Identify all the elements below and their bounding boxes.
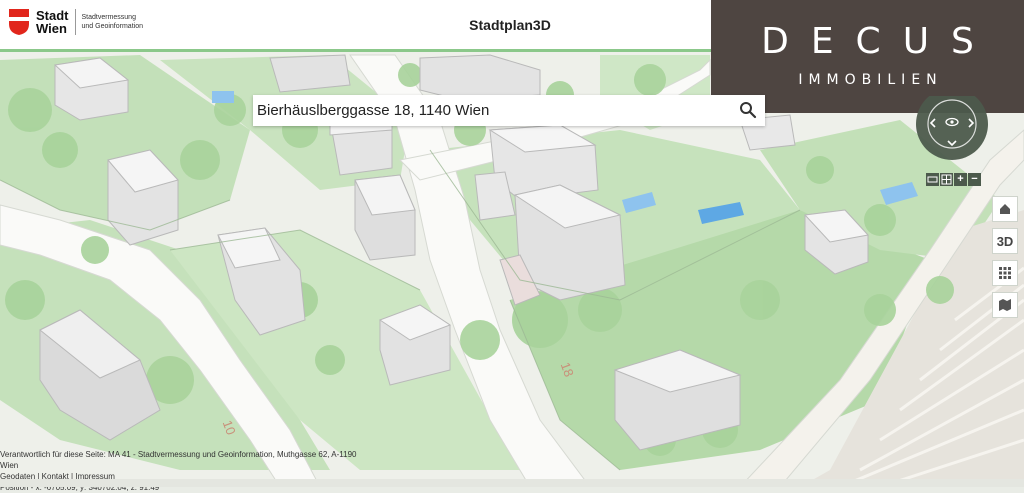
logo-divider — [74, 9, 76, 35]
logo-city-name: Stadt Wien — [36, 9, 69, 35]
home-icon — [1000, 204, 1010, 214]
building — [354, 174, 416, 261]
zoom-in-button[interactable]: + — [954, 173, 967, 186]
zoom-out-button[interactable]: − — [968, 173, 981, 186]
logo-department: Stadtvermessung und Geoinformation — [82, 13, 152, 31]
search-icon[interactable] — [739, 101, 757, 119]
logo-dept-line1: Stadtvermessung — [81, 14, 136, 21]
mode-3d-button[interactable]: 3D — [992, 228, 1018, 254]
logo-dept-line2: und Geoinformation — [81, 23, 143, 30]
grid-icon[interactable] — [940, 173, 953, 186]
layers-icon[interactable] — [926, 173, 939, 186]
footer-bar — [0, 479, 1024, 487]
grid-icon — [999, 267, 1011, 279]
compass-ring-icon[interactable] — [913, 96, 991, 162]
map-view-button[interactable] — [992, 292, 1018, 318]
responsible-text: Verantwortlich für diese Seite: MA 41 - … — [0, 450, 357, 459]
vienna-shield-icon — [9, 9, 29, 35]
logo-city-line2: Wien — [36, 21, 67, 36]
app-title: Stadtplan3D — [469, 17, 551, 33]
grid-view-button[interactable] — [992, 260, 1018, 286]
address-search-box — [253, 95, 765, 126]
address-search-input[interactable] — [257, 99, 727, 122]
home-button[interactable] — [992, 196, 1018, 222]
responsible-city: Wien — [0, 461, 19, 470]
map-icon — [999, 299, 1011, 311]
pool — [212, 91, 234, 103]
brand-name: DECUS — [761, 21, 996, 62]
stadt-wien-logo[interactable]: Stadt Wien Stadtvermessung und Geoinform… — [8, 8, 152, 36]
building — [269, 54, 351, 93]
brand-subtitle: IMMOBILIEN — [798, 72, 943, 88]
